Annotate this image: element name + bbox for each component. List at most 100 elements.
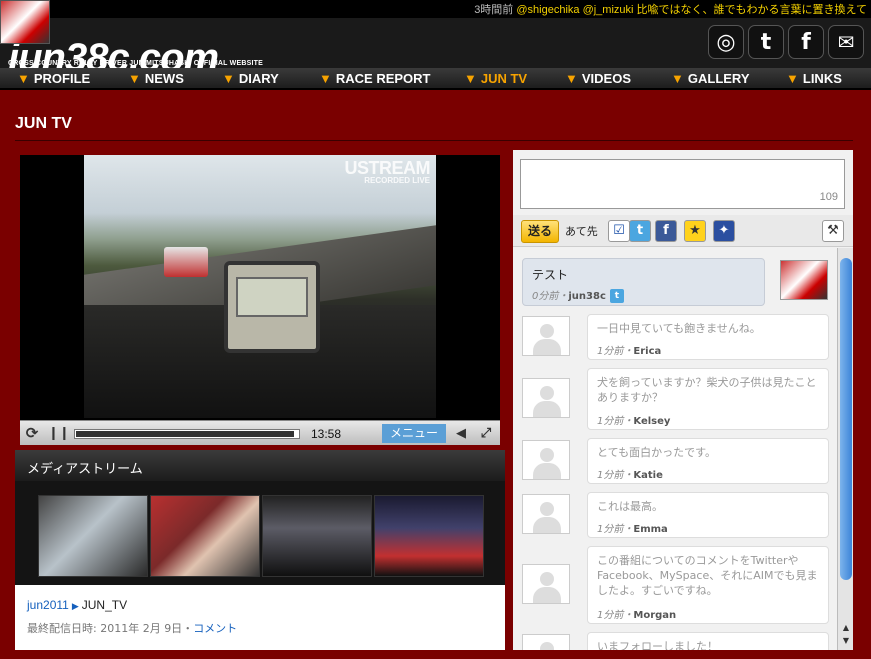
comment-text: この番組についてのコメントをTwitterやFacebook、MySpace、そ… [597, 554, 818, 597]
volume-icon[interactable]: ◀ [452, 425, 470, 442]
avatar-body [533, 339, 561, 355]
nav-profile[interactable]: ▼ PROFILE [17, 71, 90, 86]
comment-text: いまフォローしました！ [597, 640, 718, 650]
nav-videos[interactable]: ▼ VIDEOS [565, 71, 631, 86]
facebook-icon[interactable]: f [655, 220, 677, 242]
nav-arrow-icon: ▼ [464, 71, 477, 86]
video-frame[interactable]: USTREAM RECORDED LIVE [84, 155, 436, 418]
nav-label: NEWS [144, 71, 184, 86]
scroll-thumb[interactable] [840, 258, 852, 580]
nav-diary[interactable]: ▼ DIARY [222, 71, 279, 86]
comment-time: 1分前 [597, 346, 624, 357]
comment-meta: 1分前・Erica [597, 346, 662, 357]
media-thumbnail[interactable] [262, 495, 372, 577]
comment-item: この番組についてのコメントをTwitterやFacebook、MySpace、そ… [587, 546, 829, 624]
rally-car [164, 247, 208, 277]
comment-text: とても面白かったです。 [597, 446, 717, 459]
send-button[interactable]: 送る [521, 220, 559, 243]
comment-user[interactable]: Kelsey [633, 416, 670, 427]
media-thumbnail[interactable] [38, 495, 148, 577]
twitter-icon[interactable]: t [629, 220, 651, 242]
fullscreen-icon[interactable]: ⤢ [477, 425, 495, 442]
nav-label: RACE REPORT [335, 71, 431, 86]
comment-user[interactable]: Morgan [633, 610, 676, 621]
nav-label: PROFILE [33, 71, 91, 86]
twitter-icon: t [609, 289, 624, 303]
progress-bar[interactable] [74, 429, 300, 439]
refresh-icon[interactable]: ⟳ [23, 425, 41, 442]
avatar[interactable] [522, 494, 570, 534]
nav-news[interactable]: ▼ NEWS [128, 71, 184, 86]
own-message: テスト 0分前・jun38c t [522, 258, 765, 306]
ticker-users[interactable]: @shigechika @j_mizuki [516, 4, 633, 16]
show-name: JUN_TV [81, 598, 128, 612]
avatar-head [540, 572, 554, 586]
comment-link[interactable]: コメント [193, 622, 237, 635]
wrench-icon[interactable]: ⚒ [822, 220, 844, 242]
ticker-time: 3時間前 [474, 4, 514, 16]
own-avatar[interactable] [780, 260, 828, 300]
media-stream-header: メディアストリーム [15, 450, 505, 481]
comment-user[interactable]: Erica [633, 346, 661, 357]
avatar[interactable] [522, 378, 570, 418]
nav-arrow-icon: ▼ [17, 71, 30, 86]
message-input[interactable]: 109 [520, 159, 845, 209]
compose-toolbar: 送る あて先 ☑ t f ★ ✦ ⚒ [513, 215, 853, 247]
chevron-right-icon: ▶ [71, 601, 79, 611]
nav-label: VIDEOS [581, 71, 631, 86]
avatar-body [533, 463, 561, 479]
page-title: JUN TV [15, 115, 72, 132]
profile-avatar[interactable] [0, 0, 50, 44]
comment-item: とても面白かったです。 1分前・Katie [587, 438, 829, 484]
title-divider [15, 140, 853, 141]
comment-text: 一日中見ていても飽きませんね。 [597, 322, 761, 335]
nav-jun-tv[interactable]: ▼ JUN TV [464, 71, 527, 86]
message-text: テスト [532, 268, 569, 282]
avatar[interactable] [522, 316, 570, 356]
last-broadcast: 最終配信日時: 2011年 2月 9日・コメント [27, 620, 237, 636]
tweet-ticker[interactable]: 3時間前 @shigechika @j_mizuki 比喩ではなく、誰でもわかる… [474, 1, 867, 17]
nav-arrow-icon: ▼ [319, 71, 332, 86]
comment-feed: テスト 0分前・jun38c t 一日中見ていても飽きませんね。 1分前・Eric… [513, 248, 837, 650]
nav-arrow-icon: ▼ [128, 71, 141, 86]
avatar[interactable] [522, 634, 570, 650]
scroll-up-icon[interactable]: ▲ [840, 623, 852, 632]
nav-links[interactable]: ▼ LINKS [786, 71, 842, 86]
comment-meta: 1分前・Emma [597, 524, 668, 535]
main-nav: ▼ PROFILE ▼ NEWS ▼ DIARY ▼ RACE REPORT ▼ JUN … [0, 68, 871, 90]
facebook-icon[interactable]: f [788, 25, 824, 59]
nav-label: JUN TV [480, 71, 528, 86]
checkbox-icon[interactable]: ☑ [608, 220, 630, 242]
menu-button[interactable]: メニュー [382, 424, 446, 443]
comment-user[interactable]: Emma [633, 524, 667, 535]
comment-time: 1分前 [597, 470, 624, 481]
nav-gallery[interactable]: ▼ GALLERY [671, 71, 750, 86]
social-stream-panel: 109 送る あて先 ☑ t f ★ ✦ ⚒ テスト 0分前・jun38c t 一… [513, 150, 853, 650]
pause-icon[interactable]: ❙❙ [48, 425, 70, 442]
rss-icon[interactable]: ◎ [708, 25, 744, 59]
mail-icon[interactable]: ✉ [828, 25, 864, 59]
comment-item: 一日中見ていても飽きませんね。 1分前・Erica [587, 314, 829, 360]
message-user[interactable]: jun38c [568, 291, 606, 302]
avatar[interactable] [522, 440, 570, 480]
twitter-icon[interactable]: t [748, 25, 784, 59]
comment-user[interactable]: Katie [633, 470, 663, 481]
myspace-icon[interactable]: ✦ [713, 220, 735, 242]
comment-meta: 1分前・Kelsey [597, 416, 671, 427]
media-thumbnail[interactable] [374, 495, 484, 577]
avatar[interactable] [522, 564, 570, 604]
player-controls: ⟳ ❙❙ 13:58 メニュー ◀ ⤢ [20, 420, 500, 445]
feed-scrollbar[interactable]: ▲ ▼ [837, 248, 853, 650]
comment-item: これは最高。 1分前・Emma [587, 492, 829, 538]
ticker-message: 比喩ではなく、誰でもわかる言葉に置き換えて [636, 4, 867, 16]
avatar-body [533, 587, 561, 603]
media-thumbnail[interactable] [150, 495, 260, 577]
avatar-head [540, 386, 554, 400]
message-meta: 0分前・jun38c t [532, 287, 624, 303]
nav-race-report[interactable]: ▼ RACE REPORT [319, 71, 431, 86]
destination-label: あて先 [565, 225, 598, 238]
scroll-down-icon[interactable]: ▼ [840, 636, 852, 645]
channel-user-link[interactable]: jun2011 [27, 598, 69, 612]
aim-icon[interactable]: ★ [684, 220, 706, 242]
progress-fill [76, 431, 294, 437]
